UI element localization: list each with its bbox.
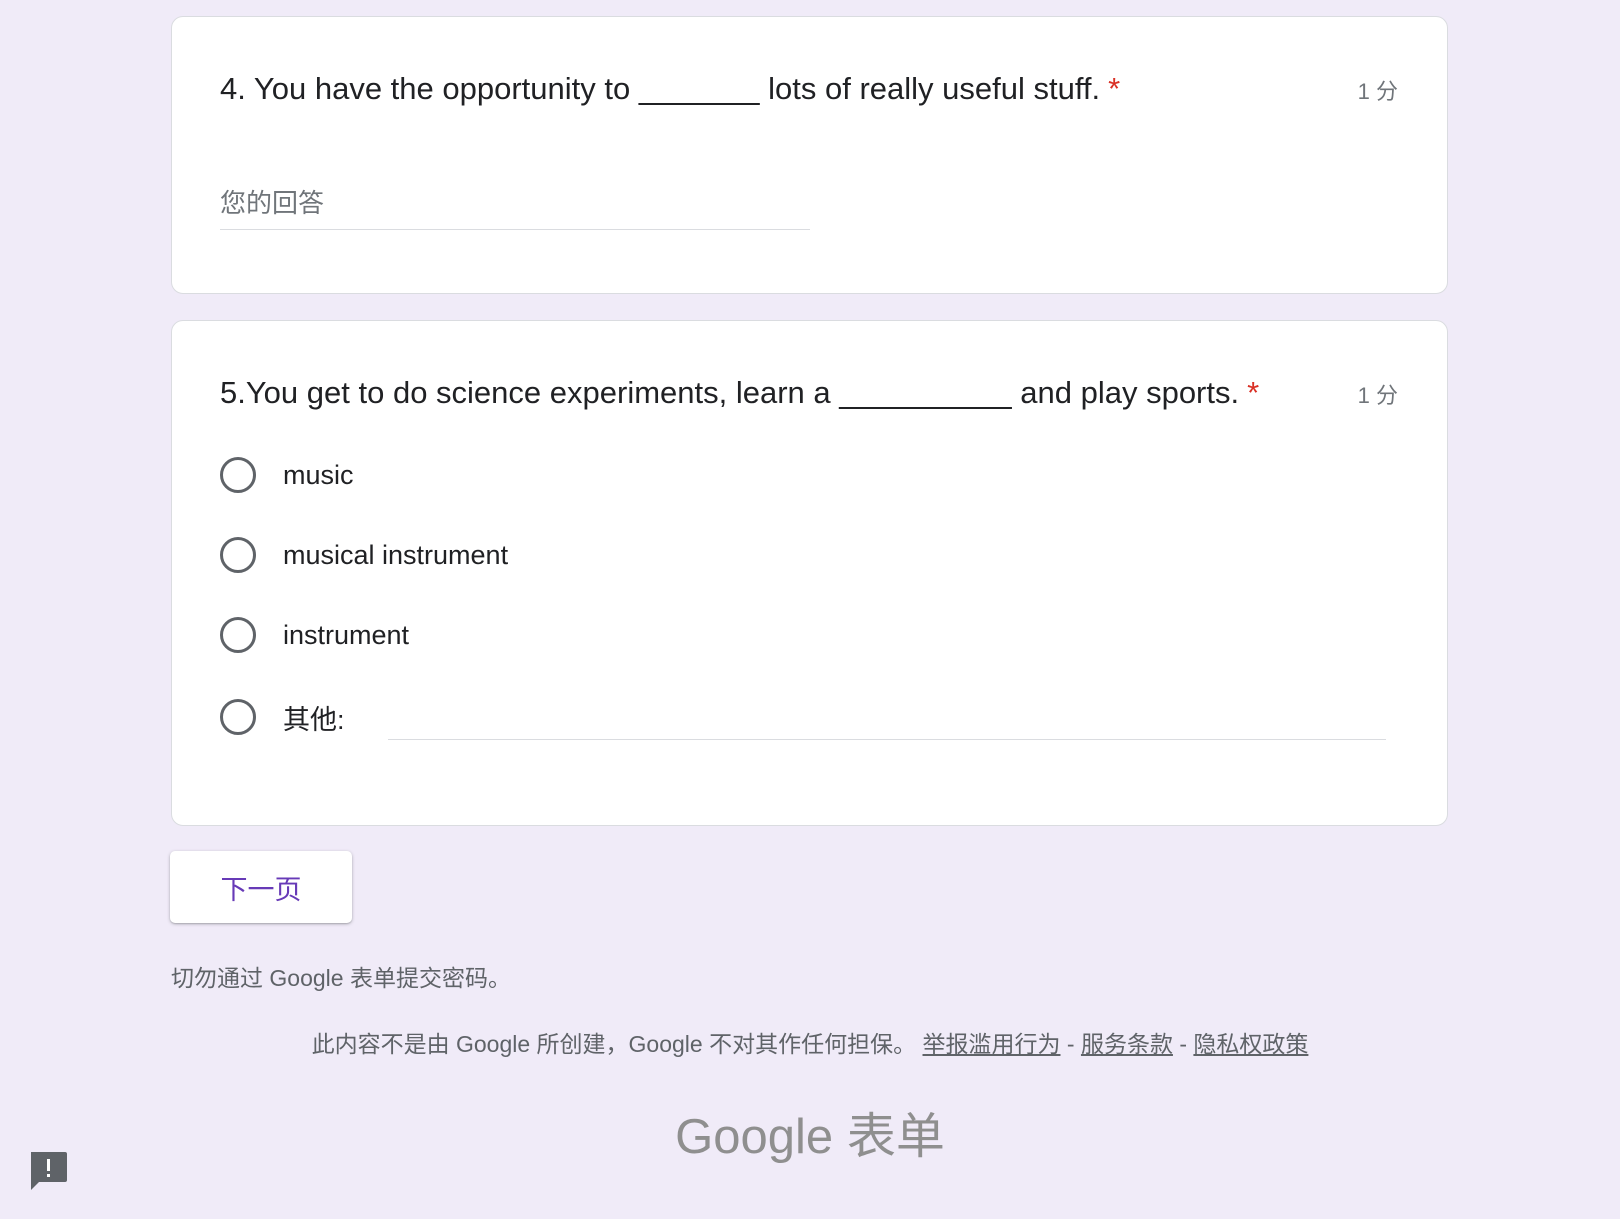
option-instrument[interactable]: instrument: [220, 613, 409, 657]
question-card-4: 4. You have the opportunity to _______ l…: [171, 16, 1448, 294]
brand-forms: 表单: [846, 1110, 945, 1164]
required-asterisk: *: [1247, 375, 1260, 410]
required-asterisk: *: [1108, 71, 1121, 106]
password-warning: 切勿通过 Google 表单提交密码。: [171, 965, 511, 991]
answer-input[interactable]: [220, 177, 810, 230]
separator: -: [1179, 1031, 1188, 1057]
brand-google: Google: [675, 1110, 834, 1164]
footer-disclaimer: 此内容不是由 Google 所创建，Google 不对其作任何担保。 举报滥用行…: [0, 1025, 1620, 1059]
radio-button[interactable]: [220, 537, 256, 573]
option-label: 其他:: [283, 704, 345, 735]
separator: -: [1066, 1031, 1075, 1057]
option-musical-instrument[interactable]: musical instrument: [220, 533, 508, 577]
radio-button[interactable]: [220, 699, 256, 735]
option-label: instrument: [283, 619, 410, 650]
privacy-link[interactable]: 隐私权政策: [1193, 1031, 1308, 1057]
google-forms-logo[interactable]: Google 表单: [0, 1097, 1620, 1168]
other-text-input[interactable]: [388, 695, 1386, 740]
radio-button[interactable]: [220, 457, 256, 493]
question-card-5: 5.You get to do science experiments, lea…: [171, 320, 1448, 826]
radio-button[interactable]: [220, 617, 256, 653]
question-text: 5.You get to do science experiments, lea…: [220, 375, 1240, 410]
report-abuse-link[interactable]: 举报滥用行为: [923, 1031, 1061, 1057]
question-title: 4. You have the opportunity to _______ l…: [220, 69, 1120, 109]
points-label: 1 分: [1357, 79, 1398, 104]
points-label: 1 分: [1357, 383, 1398, 408]
disclaimer-text: 此内容不是由 Google 所创建，Google 不对其作任何担保。: [311, 1031, 917, 1057]
feedback-icon[interactable]: [27, 1150, 69, 1192]
question-title: 5.You get to do science experiments, lea…: [220, 373, 1259, 413]
option-label: music: [283, 459, 354, 490]
option-label: musical instrument: [283, 539, 509, 570]
next-page-button[interactable]: 下一页: [170, 851, 352, 923]
option-music[interactable]: music: [220, 453, 354, 497]
question-text: 4. You have the opportunity to _______ l…: [220, 71, 1101, 106]
option-other[interactable]: 其他:: [220, 695, 345, 739]
terms-link[interactable]: 服务条款: [1081, 1031, 1173, 1057]
